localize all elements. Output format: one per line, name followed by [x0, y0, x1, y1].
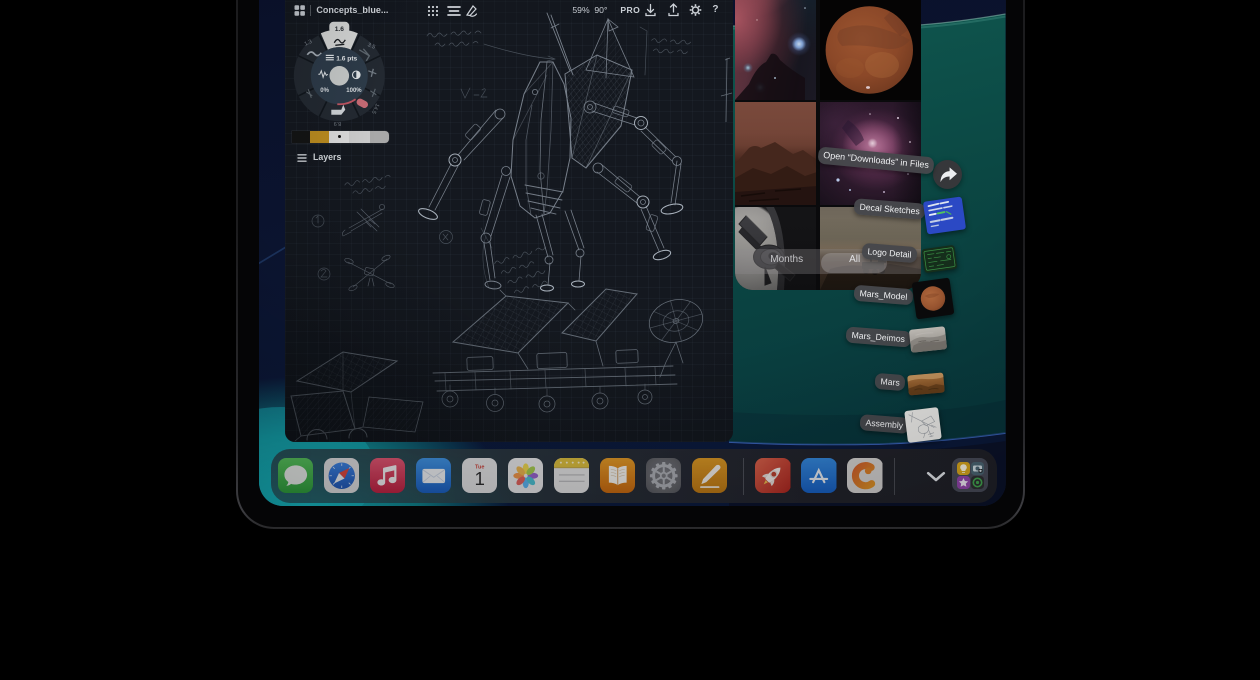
- svg-text:Tue: Tue: [475, 464, 484, 470]
- svg-text:1: 1: [474, 468, 484, 489]
